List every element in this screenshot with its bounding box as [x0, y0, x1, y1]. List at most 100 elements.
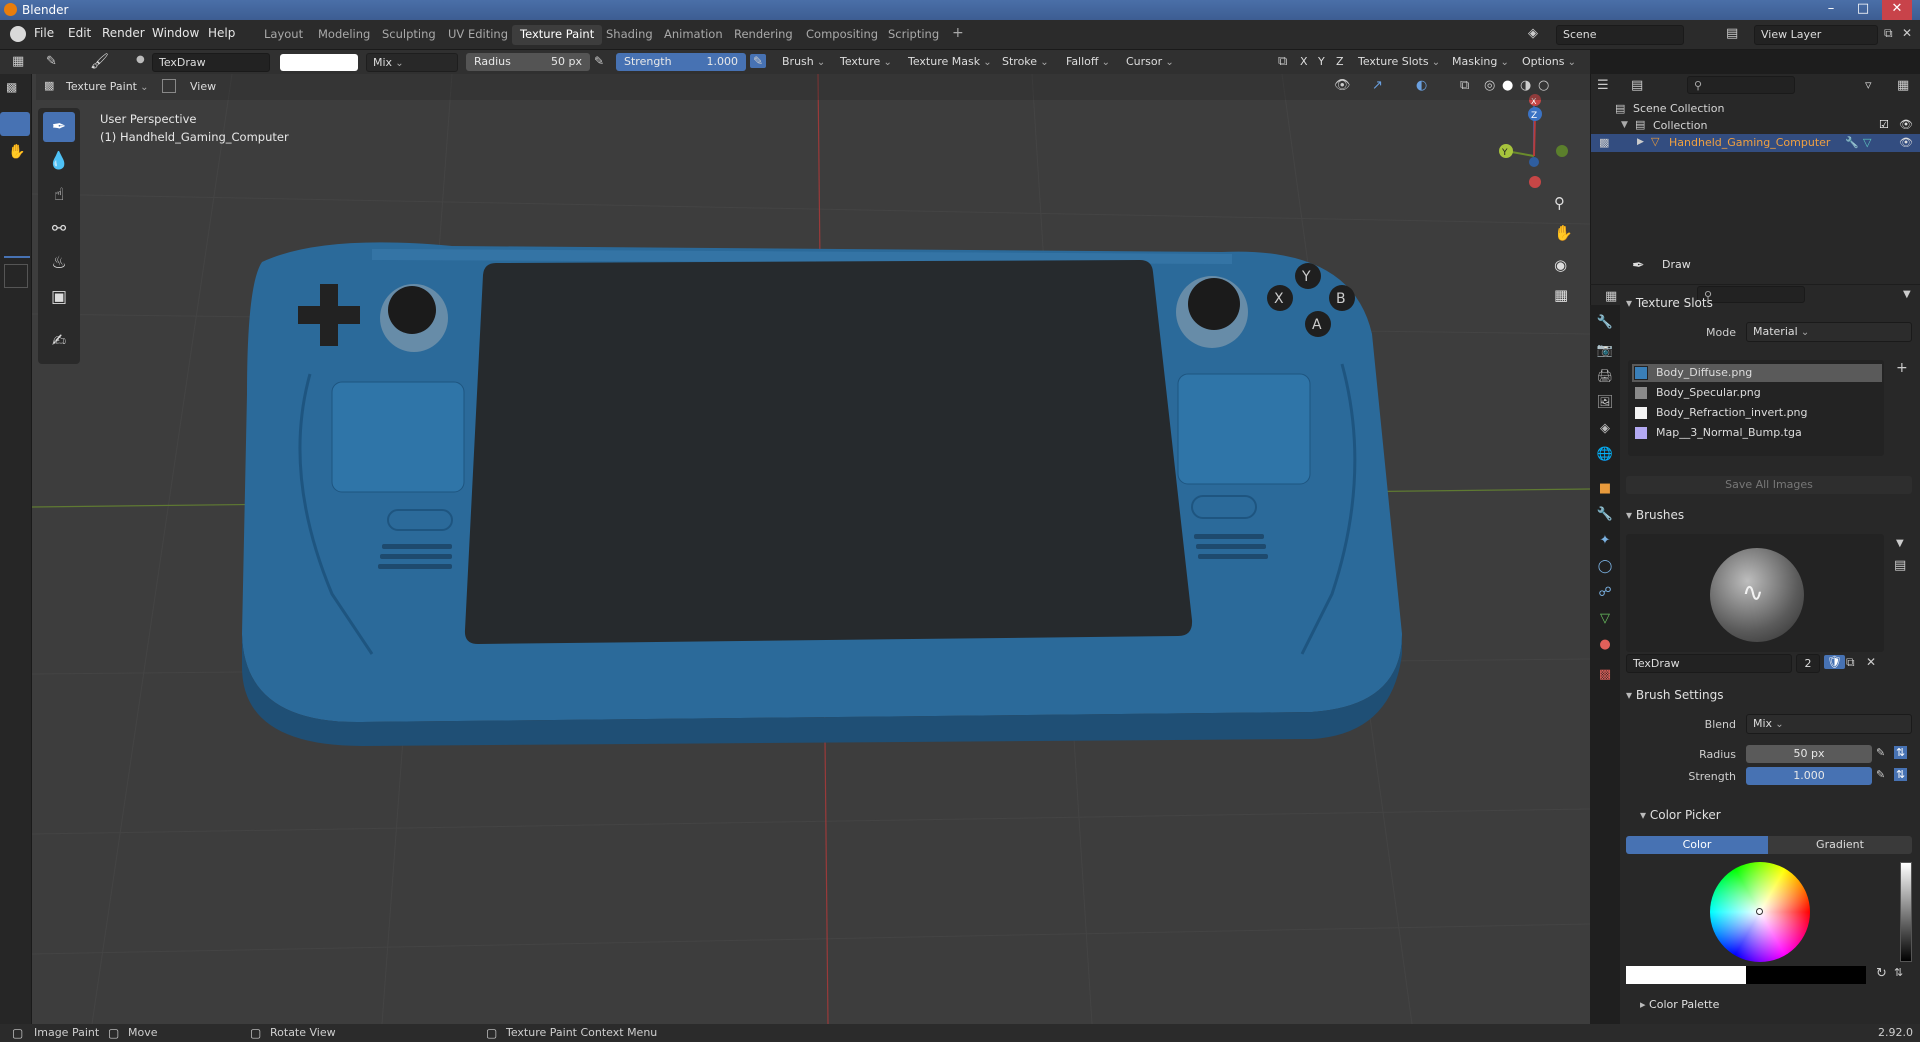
object-label[interactable]: Handheld_Gaming_Computer: [1669, 136, 1830, 149]
draw-tool-icon[interactable]: ✒: [43, 112, 75, 142]
swap-colors-icon[interactable]: ↻: [1876, 966, 1887, 981]
menu-window[interactable]: Window: [152, 26, 199, 40]
zoom-icon[interactable]: ⚲: [1554, 194, 1565, 212]
blend-mode-dropdown[interactable]: Mix: [366, 53, 458, 72]
radius-field[interactable]: Radius 50 px: [466, 53, 590, 71]
save-all-images-button[interactable]: Save All Images: [1626, 476, 1912, 494]
zoom-tool-icon[interactable]: [0, 112, 30, 136]
modifier-tab-icon[interactable]: 🔧: [1595, 505, 1615, 525]
radius-pressure-icon[interactable]: ✎: [594, 54, 604, 68]
brush-color-swatch[interactable]: [280, 54, 358, 71]
menu-render[interactable]: Render: [102, 26, 145, 40]
remove-view-layer-icon[interactable]: ✕: [1902, 26, 1912, 40]
hand-tool-icon[interactable]: ✋: [8, 144, 25, 160]
radius-unit-icon[interactable]: ⇅: [1894, 746, 1908, 759]
close-button[interactable]: ✕: [1882, 0, 1912, 20]
tab-scripting[interactable]: Scripting: [880, 25, 947, 45]
perspective-toggle-icon[interactable]: ▦: [1554, 286, 1568, 304]
menu-help[interactable]: Help: [208, 26, 235, 40]
material-tab-icon[interactable]: ●: [1595, 635, 1615, 655]
properties-options-icon[interactable]: ▼: [1903, 289, 1911, 300]
texture-slot-item[interactable]: Map__3_Normal_Bump.tga: [1632, 424, 1882, 442]
particles-tab-icon[interactable]: ✦: [1595, 531, 1615, 551]
overlay-toggle-icon[interactable]: ◐: [1416, 78, 1427, 93]
strength-field[interactable]: Strength 1.000: [616, 53, 746, 71]
output-tab-icon[interactable]: 🖨: [1595, 367, 1615, 387]
stroke-menu[interactable]: Stroke: [996, 53, 1055, 72]
maximize-button[interactable]: □: [1848, 0, 1878, 20]
object-tab-icon[interactable]: ■: [1595, 479, 1615, 499]
material-shading-icon[interactable]: ◑: [1520, 78, 1531, 93]
rendered-shading-icon[interactable]: ○: [1538, 78, 1549, 93]
outliner-search[interactable]: ⚲: [1687, 76, 1795, 94]
symmetry-icon[interactable]: ⧉: [1278, 54, 1287, 69]
value-slider[interactable]: [1900, 862, 1912, 962]
soften-tool-icon[interactable]: 💧: [43, 146, 75, 176]
filter-icon[interactable]: ▿: [1865, 78, 1872, 93]
unlink-brush-icon[interactable]: ✕: [1866, 655, 1876, 669]
options-menu[interactable]: Options: [1516, 53, 1582, 72]
tab-sculpting[interactable]: Sculpting: [374, 25, 444, 45]
strength-pressure-icon[interactable]: ✎: [750, 54, 767, 68]
handheld-device-model[interactable]: Y B X A: [241, 242, 1402, 746]
brush-preview-box[interactable]: ∿: [1626, 534, 1884, 652]
add-workspace-button[interactable]: +: [944, 23, 972, 43]
color-tab[interactable]: Color: [1626, 836, 1768, 854]
properties-search[interactable]: ⚲: [1697, 286, 1805, 303]
texture-slots-header[interactable]: Texture Slots: [1626, 296, 1713, 310]
wireframe-shading-icon[interactable]: ◎: [1484, 78, 1495, 93]
view-layer-icon[interactable]: ▤: [1726, 26, 1738, 41]
menu-edit[interactable]: Edit: [68, 26, 91, 40]
data-tab-icon[interactable]: ▽: [1595, 609, 1615, 629]
texture-menu[interactable]: Texture: [834, 53, 898, 72]
brush-list-expand-icon[interactable]: ▼: [1896, 538, 1904, 549]
scene-collection-label[interactable]: Scene Collection: [1633, 102, 1724, 115]
tab-rendering[interactable]: Rendering: [726, 25, 801, 45]
view-menu[interactable]: View: [190, 80, 216, 93]
pan-icon[interactable]: ✋: [1554, 224, 1573, 242]
gradient-tab[interactable]: Gradient: [1768, 836, 1912, 854]
scene-selector[interactable]: Scene: [1556, 25, 1684, 45]
brush-datablock-name[interactable]: TexDraw: [1626, 654, 1792, 673]
brush-icon-toggle[interactable]: ▤: [1894, 558, 1906, 573]
texture-tab-icon[interactable]: ▩: [1595, 665, 1615, 685]
mask-toggle-icon[interactable]: [162, 79, 176, 93]
tab-animation[interactable]: Animation: [656, 25, 731, 45]
collection-label[interactable]: Collection: [1653, 119, 1707, 132]
3d-viewport[interactable]: Y B X A Z Y X ⚲ ✋ ◉ ▦: [32, 74, 1590, 1024]
grid-icon[interactable]: [4, 264, 28, 288]
texture-slot-item[interactable]: Body_Specular.png: [1632, 384, 1882, 402]
outliner-editor-icon[interactable]: ☰: [1597, 78, 1609, 93]
xray-icon[interactable]: ⧉: [1460, 78, 1469, 93]
world-tab-icon[interactable]: 🌐: [1595, 445, 1615, 465]
view-layer-tab-icon[interactable]: 🖼: [1595, 393, 1615, 413]
add-slot-icon[interactable]: +: [1896, 360, 1908, 376]
texture-slot-item[interactable]: Body_Refraction_invert.png: [1632, 404, 1882, 422]
tool-tab-icon[interactable]: 🔧: [1595, 313, 1615, 333]
scene-icon[interactable]: ◈: [1528, 26, 1538, 41]
menu-file[interactable]: File: [34, 26, 54, 40]
masking-menu[interactable]: Masking: [1446, 53, 1515, 72]
texture-slot-item[interactable]: Body_Diffuse.png: [1632, 364, 1882, 382]
brush-users-count[interactable]: 2: [1796, 654, 1820, 673]
fake-user-icon[interactable]: 🛡: [1824, 655, 1846, 669]
strength-field[interactable]: 1.000: [1746, 767, 1872, 785]
editor-type-icon[interactable]: ▦: [12, 54, 24, 69]
strength-pressure-icon[interactable]: ✎: [1876, 768, 1885, 781]
display-mode-icon[interactable]: ▤: [1631, 78, 1643, 93]
brush-menu[interactable]: Brush: [776, 53, 831, 72]
annotate-tool-icon[interactable]: ✍: [43, 326, 75, 356]
navigation-gizmo[interactable]: Z Y X: [1499, 94, 1568, 188]
blender-menu-icon[interactable]: [10, 26, 26, 42]
collection-checkbox[interactable]: ☑: [1879, 118, 1889, 131]
fill-tool-icon[interactable]: ♨: [43, 248, 75, 278]
solid-shading-icon[interactable]: ●: [1502, 78, 1513, 93]
color-wheel-cursor[interactable]: [1756, 908, 1763, 915]
secondary-color-swatch[interactable]: [1746, 966, 1866, 984]
new-view-layer-icon[interactable]: ⧉: [1884, 26, 1893, 41]
mirror-y-toggle[interactable]: Y: [1312, 53, 1331, 72]
mirror-x-toggle[interactable]: X: [1294, 53, 1314, 72]
strength-unit-icon[interactable]: ⇅: [1894, 768, 1908, 781]
blend-dropdown[interactable]: Mix: [1746, 714, 1912, 734]
radius-field[interactable]: 50 px: [1746, 745, 1872, 763]
